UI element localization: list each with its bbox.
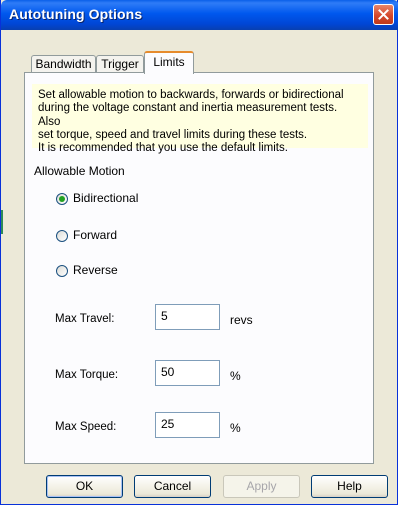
radio-button[interactable]: [56, 265, 68, 277]
apply-button[interactable]: Apply: [223, 475, 300, 498]
close-icon: [378, 9, 389, 20]
radio-button[interactable]: [56, 230, 68, 242]
max-speed-unit: %: [230, 421, 241, 435]
tab-limits[interactable]: Limits: [144, 51, 194, 74]
max-torque-label: Max Torque:: [55, 369, 119, 381]
radio-label[interactable]: Reverse: [73, 263, 118, 277]
max-travel-unit: revs: [230, 313, 253, 327]
edge-marker: [1, 210, 3, 234]
radio-selected-dot: [59, 196, 65, 202]
radio-label[interactable]: Bidirectional: [73, 191, 138, 205]
cancel-button[interactable]: Cancel: [134, 475, 211, 498]
ok-button[interactable]: OK: [46, 475, 123, 498]
radio-button[interactable]: [56, 193, 68, 205]
max-speed-input[interactable]: 25: [155, 412, 220, 438]
max-torque-unit: %: [230, 369, 241, 383]
tab-bandwidth[interactable]: Bandwidth: [31, 55, 96, 73]
info-line: Set allowable motion to backwards, forwa…: [38, 89, 344, 101]
limits-panel: Set allowable motion to backwards, forwa…: [24, 72, 374, 464]
radio-label[interactable]: Forward: [73, 228, 117, 242]
window-title: Autotuning Options: [9, 6, 143, 22]
help-button[interactable]: Help: [311, 475, 388, 498]
allowable-motion-label: Allowable Motion: [34, 164, 125, 178]
tab-trigger[interactable]: Trigger: [96, 55, 144, 73]
max-speed-label: Max Speed:: [55, 421, 117, 433]
close-button[interactable]: [373, 4, 394, 25]
info-line: It is recommended that you use the defau…: [38, 142, 288, 155]
info-box: Set allowable motion to backwards, forwa…: [32, 84, 368, 154]
max-travel-input[interactable]: 5: [155, 304, 220, 330]
info-line: during the voltage constant and inertia …: [38, 102, 338, 128]
max-torque-input[interactable]: 50: [155, 360, 220, 386]
max-travel-label: Max Travel:: [55, 313, 115, 325]
autotuning-options-dialog: Autotuning Options Bandwidth Trigger Lim…: [0, 0, 398, 505]
info-line: set torque, speed and travel limits duri…: [38, 128, 308, 141]
title-bar[interactable]: Autotuning Options: [1, 0, 398, 30]
